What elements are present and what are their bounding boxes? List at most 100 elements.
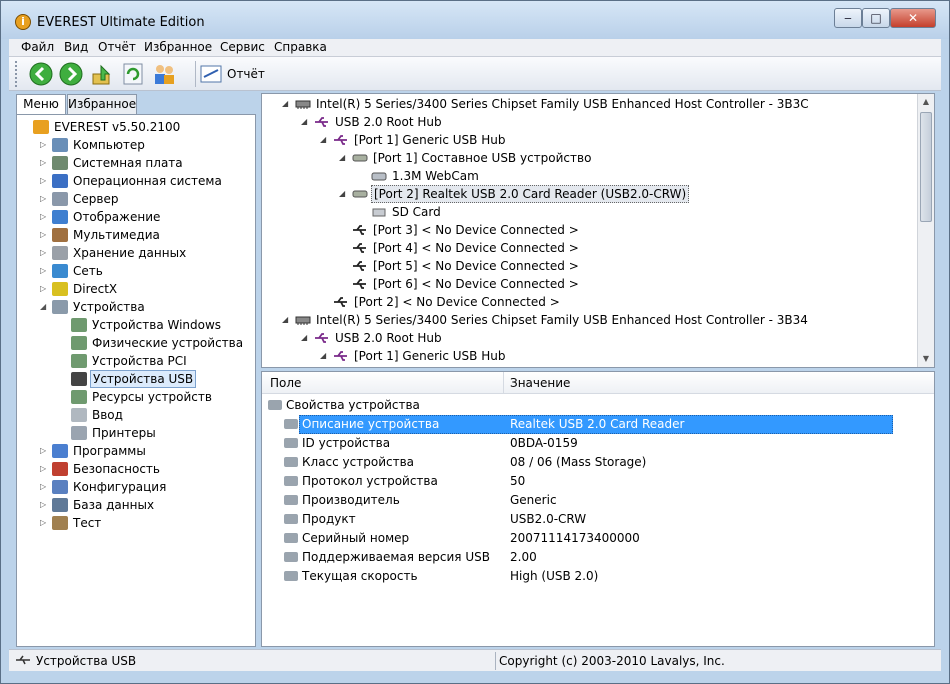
properties-group[interactable]: Свойства устройства xyxy=(268,396,420,415)
sidebar-item[interactable]: ▷ Безопасность xyxy=(40,460,162,478)
property-field[interactable]: Поддерживаемая версия USB xyxy=(284,548,490,567)
expander-icon[interactable]: ▷ xyxy=(40,496,50,514)
property-field[interactable]: Протокол устройства xyxy=(284,472,438,491)
usb-tree-node[interactable]: [Port 5] < No Device Connected > xyxy=(339,257,581,275)
expander-icon[interactable]: ▷ xyxy=(40,226,50,244)
back-icon[interactable] xyxy=(29,62,53,86)
maximize-button[interactable]: □ xyxy=(862,8,890,28)
expander-icon[interactable]: ▷ xyxy=(40,460,50,478)
menu-help[interactable]: Справка xyxy=(274,40,327,54)
sidebar-item[interactable]: ▷ Хранение данных xyxy=(40,244,188,262)
sidebar-item[interactable]: Физические устройства xyxy=(59,334,245,352)
menu-favorites[interactable]: Избранное xyxy=(144,40,212,54)
users-icon[interactable] xyxy=(152,62,176,86)
expander-icon[interactable]: ◢ xyxy=(282,311,294,329)
sidebar-item[interactable]: Устройства Windows xyxy=(59,316,223,334)
expander-icon[interactable]: ◢ xyxy=(40,298,50,316)
property-value[interactable]: 2.00 xyxy=(510,548,537,567)
toolbar-grip[interactable] xyxy=(15,61,18,87)
usb-tree-node[interactable]: ◢ [Port 2] Realtek USB 2.0 Card Reader (U… xyxy=(339,185,690,203)
usb-tree-node[interactable]: SD Card xyxy=(358,203,443,221)
sidebar-item[interactable]: ▷ Сервер xyxy=(40,190,120,208)
property-field[interactable]: Производитель xyxy=(284,491,400,510)
menu-file[interactable]: Файл xyxy=(21,40,54,54)
property-field[interactable]: Продукт xyxy=(284,510,356,529)
sidebar-item[interactable]: ▷ Сеть xyxy=(40,262,105,280)
property-value[interactable]: Generic xyxy=(510,491,557,510)
sidebar-item[interactable]: ▷ Программы xyxy=(40,442,148,460)
property-field[interactable]: Описание устройства xyxy=(284,415,439,434)
usb-tree-node[interactable]: [Port 6] < No Device Connected > xyxy=(339,275,581,293)
minimize-button[interactable]: ‒ xyxy=(834,8,862,28)
refresh-icon[interactable] xyxy=(121,62,145,86)
expander-icon[interactable]: ▷ xyxy=(40,172,50,190)
sidebar-item[interactable]: ▷ Компьютер xyxy=(40,136,147,154)
sidebar-item[interactable]: ▷ DirectX xyxy=(40,280,119,298)
close-button[interactable]: ✕ xyxy=(890,8,936,28)
sidebar-item[interactable]: EVEREST v5.50.2100 xyxy=(21,118,182,136)
sidebar-item[interactable]: Устройства USB xyxy=(59,370,197,388)
expander-icon[interactable]: ▷ xyxy=(40,262,50,280)
usb-tree-node[interactable]: ◢ [Port 1] Generic USB Hub xyxy=(320,131,507,149)
column-field[interactable]: Поле xyxy=(270,376,301,390)
property-field[interactable]: Класс устройства xyxy=(284,453,414,472)
usb-tree-node[interactable]: ◢ USB 2.0 Root Hub xyxy=(301,329,444,347)
report-button-label[interactable]: Отчёт xyxy=(227,67,265,81)
expander-icon[interactable]: ▷ xyxy=(40,154,50,172)
sidebar-item[interactable]: ▷ Тест xyxy=(40,514,103,532)
scroll-down-icon[interactable]: ▼ xyxy=(918,351,934,367)
expander-icon[interactable]: ◢ xyxy=(339,149,351,167)
property-value[interactable]: USB2.0-CRW xyxy=(510,510,586,529)
title-bar[interactable]: i EVEREST Ultimate Edition ‒ □ ✕ xyxy=(1,1,949,39)
sidebar-item[interactable]: ▷ Мультимедиа xyxy=(40,226,162,244)
column-value[interactable]: Значение xyxy=(510,376,570,390)
menu-view[interactable]: Вид xyxy=(64,40,88,54)
usb-tree-scrollbar[interactable]: ▲ ▼ xyxy=(917,94,934,367)
menu-report[interactable]: Отчёт xyxy=(98,40,136,54)
expander-icon[interactable]: ▷ xyxy=(40,478,50,496)
expander-icon[interactable]: ▷ xyxy=(40,244,50,262)
usb-tree-node[interactable]: ◢ USB 2.0 Root Hub xyxy=(301,113,444,131)
sidebar-item[interactable]: ◢ Устройства xyxy=(40,298,147,316)
expander-icon[interactable]: ◢ xyxy=(320,131,332,149)
sidebar-item[interactable]: ▷ Конфигурация xyxy=(40,478,168,496)
expander-icon[interactable]: ▷ xyxy=(40,514,50,532)
usb-tree-node[interactable]: ◢ Intel(R) 5 Series/3400 Series Chipset F… xyxy=(282,95,811,113)
forward-icon[interactable] xyxy=(59,62,83,86)
usb-tree-node[interactable]: [Port 3] < No Device Connected > xyxy=(339,221,581,239)
sidebar-item[interactable]: ▷ Операционная система xyxy=(40,172,224,190)
usb-tree-node[interactable]: ◢ Intel(R) 5 Series/3400 Series Chipset F… xyxy=(282,311,810,329)
sidebar-item[interactable]: Ресурсы устройств xyxy=(59,388,214,406)
sidebar-item[interactable]: ▷ Системная плата xyxy=(40,154,185,172)
usb-tree-node[interactable]: ◢ [Port 1] Generic USB Hub xyxy=(320,347,507,365)
expander-icon[interactable]: ◢ xyxy=(301,113,313,131)
property-value[interactable]: 0BDA-0159 xyxy=(510,434,578,453)
property-value[interactable]: Realtek USB 2.0 Card Reader xyxy=(510,415,684,434)
expander-icon[interactable]: ▷ xyxy=(40,136,50,154)
usb-tree-node[interactable]: [Port 2] < No Device Connected > xyxy=(320,293,562,311)
property-field[interactable]: Серийный номер xyxy=(284,529,409,548)
property-value[interactable]: 50 xyxy=(510,472,525,491)
menu-service[interactable]: Сервис xyxy=(220,40,265,54)
sidebar-item[interactable]: Ввод xyxy=(59,406,125,424)
report-icon[interactable] xyxy=(199,62,223,86)
property-value[interactable]: 20071114173400000 xyxy=(510,529,640,548)
expander-icon[interactable]: ▷ xyxy=(40,280,50,298)
property-field[interactable]: Текущая скорость xyxy=(284,567,418,586)
scroll-up-icon[interactable]: ▲ xyxy=(918,94,934,110)
property-value[interactable]: High (USB 2.0) xyxy=(510,567,598,586)
expander-icon[interactable]: ▷ xyxy=(40,208,50,226)
expander-icon[interactable]: ◢ xyxy=(282,95,294,113)
expander-icon[interactable]: ◢ xyxy=(320,347,332,365)
expander-icon[interactable]: ◢ xyxy=(301,329,313,347)
up-icon[interactable] xyxy=(91,62,115,86)
usb-tree-node[interactable]: 1.3M WebCam xyxy=(358,167,481,185)
property-value[interactable]: 08 / 06 (Mass Storage) xyxy=(510,453,646,472)
everest-app-icon[interactable]: i xyxy=(15,14,31,30)
scroll-thumb[interactable] xyxy=(920,112,932,222)
property-field[interactable]: ID устройства xyxy=(284,434,390,453)
expander-icon[interactable]: ▷ xyxy=(40,442,50,460)
sidebar-item[interactable]: ▷ База данных xyxy=(40,496,156,514)
expander-icon[interactable]: ◢ xyxy=(339,185,351,203)
expander-icon[interactable]: ▷ xyxy=(40,190,50,208)
